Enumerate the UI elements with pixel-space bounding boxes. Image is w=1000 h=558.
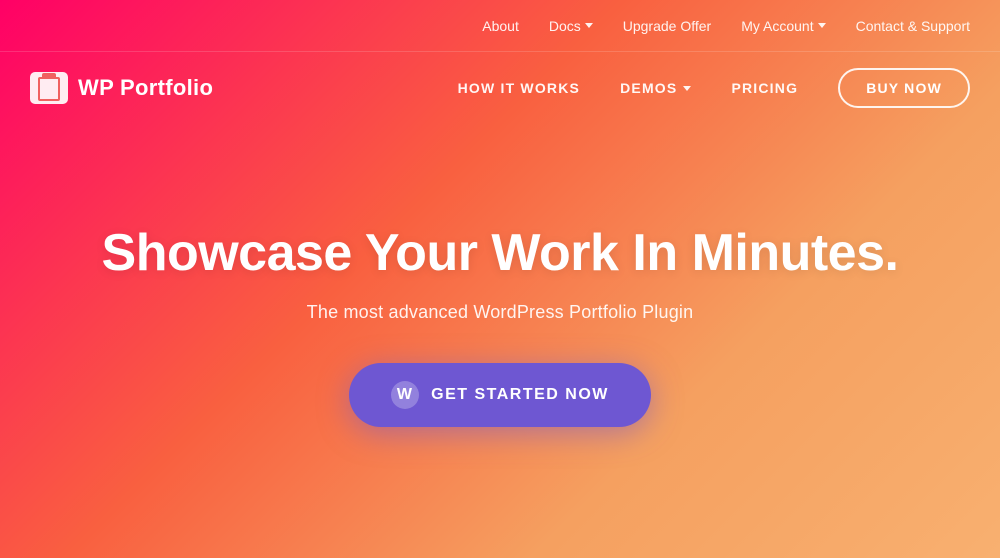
my-account-chevron-icon bbox=[818, 23, 826, 28]
hero-subtitle: The most advanced WordPress Portfolio Pl… bbox=[307, 302, 694, 323]
main-nav-links: HOW IT WORKS DEMOS PRICING BUY NOW bbox=[458, 68, 970, 108]
demos-chevron-icon bbox=[683, 86, 691, 91]
top-nav-my-account[interactable]: My Account bbox=[741, 18, 825, 34]
docs-chevron-icon bbox=[585, 23, 593, 28]
cta-button[interactable]: W GET STARTED NOW bbox=[349, 363, 651, 427]
nav-pricing[interactable]: PRICING bbox=[731, 80, 798, 96]
logo-link[interactable]: WP Portfolio bbox=[30, 72, 213, 104]
logo-text: WP Portfolio bbox=[78, 75, 213, 101]
main-nav: WP Portfolio HOW IT WORKS DEMOS PRICING … bbox=[0, 52, 1000, 124]
nav-how-it-works[interactable]: HOW IT WORKS bbox=[458, 80, 581, 96]
top-nav-docs[interactable]: Docs bbox=[549, 18, 593, 34]
page-wrapper: About Docs Upgrade Offer My Account Cont… bbox=[0, 0, 1000, 558]
wordpress-icon: W bbox=[391, 381, 419, 409]
hero-section: Showcase Your Work In Minutes. The most … bbox=[0, 124, 1000, 558]
cta-label: GET STARTED NOW bbox=[431, 386, 609, 404]
top-nav: About Docs Upgrade Offer My Account Cont… bbox=[0, 0, 1000, 52]
top-nav-upgrade[interactable]: Upgrade Offer bbox=[623, 18, 711, 34]
buy-now-button[interactable]: BUY NOW bbox=[838, 68, 970, 108]
top-nav-about[interactable]: About bbox=[482, 18, 519, 34]
hero-title: Showcase Your Work In Minutes. bbox=[102, 225, 899, 282]
top-nav-contact[interactable]: Contact & Support bbox=[856, 18, 970, 34]
nav-demos[interactable]: DEMOS bbox=[620, 80, 691, 96]
logo-icon bbox=[30, 72, 68, 104]
